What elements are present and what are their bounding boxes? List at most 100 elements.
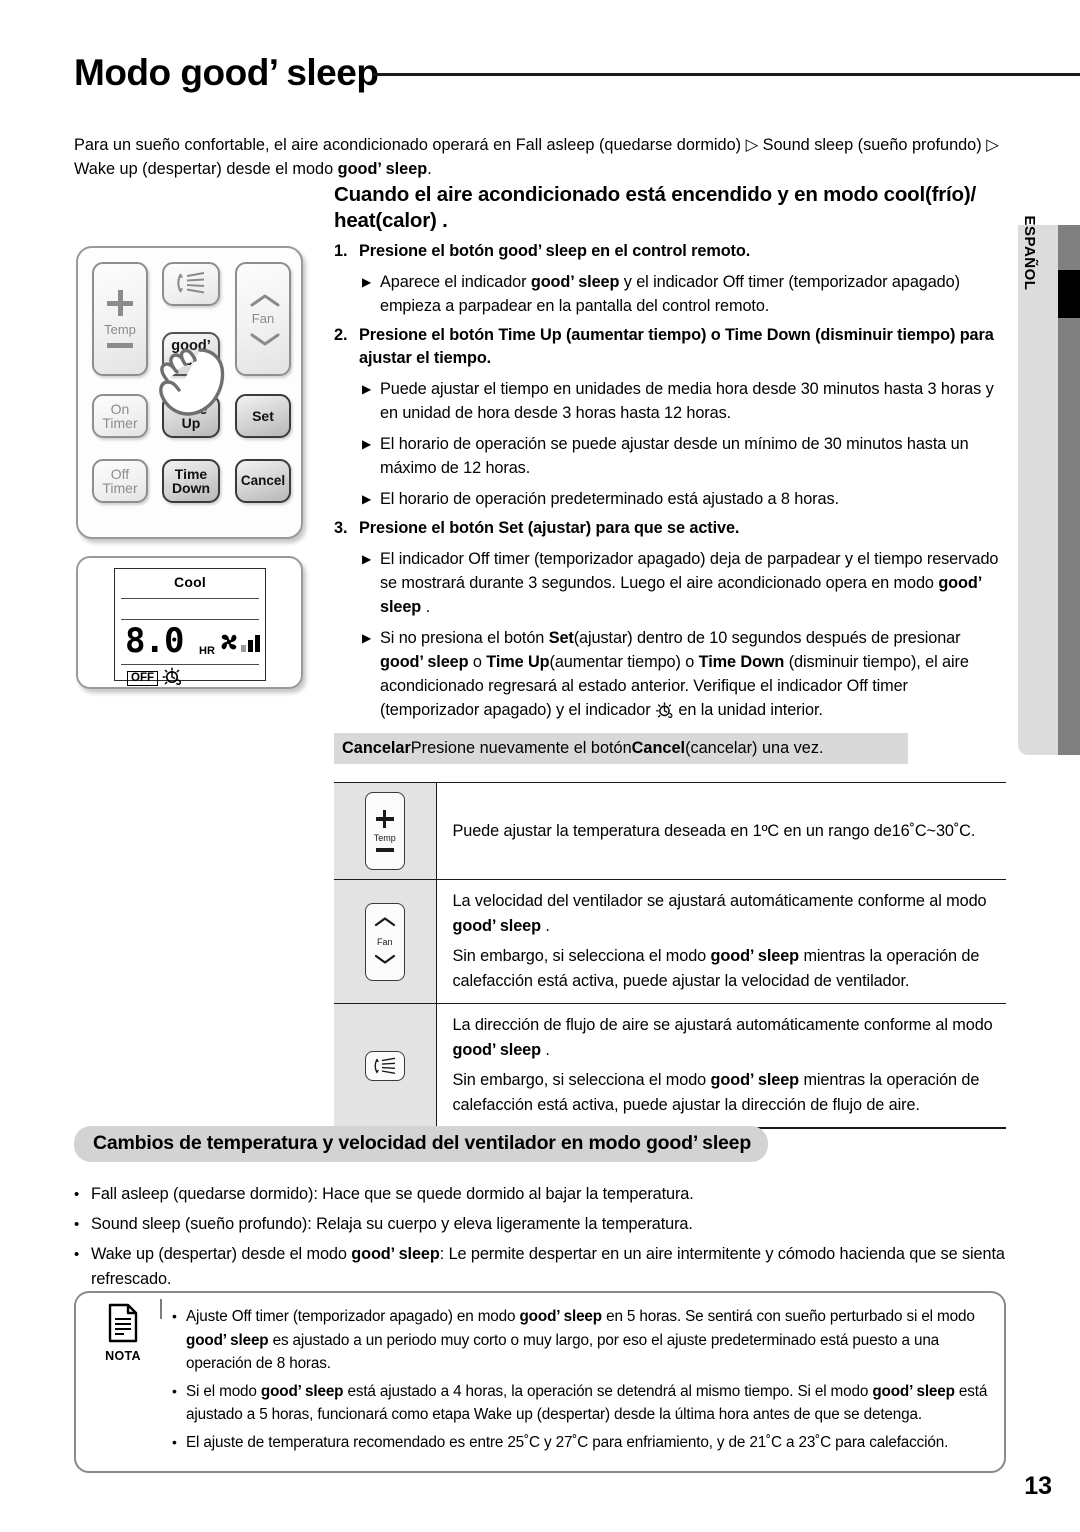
remote-time-down-label-2: Down (171, 480, 211, 496)
lcd-unit-label: HR (199, 645, 215, 657)
fan-button-icon: Fan (364, 902, 405, 981)
list-item: • Wake up (despertar) desde el modo good… (74, 1242, 1006, 1292)
triangle-bullet-icon: ▶ (362, 552, 372, 566)
triangle-bullet-icon: ▶ (362, 382, 372, 396)
remote-cancel-button[interactable]: Cancel (235, 459, 291, 503)
page-title-prefix: Modo (74, 52, 181, 93)
b2-bold-goodsleep: good’ sleep (380, 653, 469, 671)
remote-off-timer-button[interactable]: Off Timer (92, 459, 148, 503)
tp-brand: good’ sleep (452, 1041, 542, 1059)
lcd-off-timer-row: OFF (127, 667, 182, 690)
cancel-bar-bold: Cancel (631, 739, 686, 757)
remote-on-timer-button[interactable]: On Timer (92, 394, 148, 438)
remote-control-illustration: Temp Fan good’ sleep On Timer Time Up Se… (76, 246, 303, 539)
fan-speed-bars-icon (241, 635, 260, 652)
table-row-text-cell: La velocidad del ventilador se ajustará … (436, 880, 1006, 1004)
b2-bold-timeup: Time Up (486, 653, 550, 671)
remote-time-up-button[interactable]: Time Up (162, 394, 220, 438)
cancel-bar-label: Cancelar (342, 739, 411, 757)
list-item: • Fall asleep (quedarse dormido): Hace q… (74, 1182, 1006, 1207)
step-1-text: Presione el botón good’ sleep en el cont… (359, 240, 750, 263)
cancel-bar-text-post: (cancelar) una vez. (685, 739, 824, 757)
dot-bullet-icon: • (74, 1216, 80, 1233)
remote-temp-button[interactable]: Temp (92, 262, 148, 376)
note-b1: good’ sleep (260, 1382, 344, 1400)
bullet-text: El horario de operación predeterminado e… (380, 490, 839, 508)
note-caption: NOTA (105, 1349, 141, 1363)
section-heading: Cuando el aire acondicionado está encend… (334, 182, 1006, 234)
step-2: 2. Presione el botón Time Up (aumentar t… (334, 324, 1006, 370)
table-row-icon-cell (334, 1003, 437, 1128)
note-p1: Si el modo (186, 1382, 261, 1400)
note-p2: en 5 horas. Se sentirá con sueño perturb… (601, 1308, 975, 1325)
remote-set-button[interactable]: Set (235, 394, 291, 438)
pill-heading-brand: good’ sleep (645, 1132, 752, 1154)
good-sleep-indicator-icon (162, 667, 182, 690)
list-item-brand: good’ sleep (351, 1245, 440, 1263)
list-item: • Sound sleep (sueño profundo): Relaja s… (74, 1212, 1006, 1237)
step-2-bullets: ▶ Puede ajustar el tiempo en unidades de… (334, 377, 1006, 511)
chevron-up-icon (250, 293, 280, 307)
chevron-down-icon (374, 952, 396, 970)
table-paragraph: Puede ajustar la temperatura deseada en … (452, 821, 976, 840)
dot-bullet-icon: • (74, 1246, 80, 1263)
table-paragraph: La velocidad del ventilador se ajustará … (453, 889, 997, 939)
remote-fan-button[interactable]: Fan (235, 262, 291, 376)
plus-icon (107, 290, 133, 317)
remote-time-up-label-1: Time (174, 400, 208, 417)
remote-off-timer-label-1: Off (110, 465, 130, 482)
dot-bullet-icon: • (172, 1308, 177, 1324)
bullet-text-pre: Aparece el indicador (380, 273, 531, 291)
bullet-item: ▶ El horario de operación predeterminado… (334, 487, 1006, 511)
table-paragraph: Sin embargo, si selecciona el modo good’… (453, 944, 997, 994)
remote-off-timer-label-2: Timer (102, 480, 138, 496)
table-row: Fan La velocidad del ventilador se ajust… (334, 879, 1006, 1004)
minus-icon (107, 343, 133, 348)
bullet-item: ▶ Aparece el indicador good’ sleep y el … (334, 270, 1006, 318)
chevron-up-icon (374, 914, 396, 932)
button-behaviour-table: Temp Puede ajustar la temperatura desead… (334, 782, 1006, 1129)
note-item-text: Si el modo good’ sleep está ajustado a 4… (186, 1380, 990, 1427)
note-box: NOTA • Ajuste Off timer (temporizador ap… (74, 1291, 1006, 1473)
triangle-bullet-icon: ▶ (362, 631, 372, 645)
dot-bullet-icon: • (74, 1186, 80, 1203)
table-paragraph: La dirección de flujo de aire se ajustar… (453, 1013, 997, 1063)
note-item: • Si el modo good’ sleep está ajustado a… (172, 1380, 990, 1427)
remote-set-label: Set (252, 407, 274, 424)
bullet-item: ▶ El indicador Off timer (temporizador a… (334, 547, 1006, 619)
note-p1: Ajuste Off timer (temporizador apagado) … (186, 1308, 520, 1325)
bullet-item: ▶ Puede ajustar el tiempo en unidades de… (334, 377, 1006, 425)
bullet-text: El indicador Off timer (temporizador apa… (380, 547, 1006, 619)
intro-brand: good’ sleep (337, 160, 428, 178)
bullet-brand: good’ sleep (530, 273, 620, 291)
language-side-tab: ESPAÑOL (1018, 216, 1058, 755)
table-row-icon-cell: Temp (334, 782, 437, 880)
b2-p1: Si no presiona el botón (380, 629, 549, 647)
note-divider (160, 1299, 162, 1319)
step-1-bullets: ▶ Aparece el indicador good’ sleep y el … (334, 270, 1006, 318)
remote-airflow-swing-button[interactable] (162, 262, 220, 306)
tp-pre: La velocidad del ventilador se ajustará … (452, 892, 987, 910)
cancel-instruction-bar: Cancelar Presione nuevamente el botón Ca… (334, 733, 908, 764)
remote-good-sleep-button[interactable]: good’ sleep (162, 332, 220, 376)
remote-temp-label: Temp (104, 322, 136, 338)
bullet-text-pre: El indicador Off timer (temporizador apa… (380, 550, 999, 592)
note-item-text: Ajuste Off timer (temporizador apagado) … (186, 1305, 990, 1376)
table-row-text-cell: Puede ajustar la temperatura deseada en … (436, 783, 1006, 880)
chevron-down-icon (250, 333, 280, 346)
b2-p3: o (468, 653, 487, 671)
lcd-screen: Cool 8.0 HR OFF (114, 568, 266, 686)
note-item-text: El ajuste de temperatura recomendado es … (186, 1433, 949, 1451)
side-bar-marker (1058, 270, 1080, 318)
remote-good-sleep-label-1: good’ (171, 338, 211, 355)
remote-time-down-label-1: Time (174, 465, 208, 482)
lcd-divider-3 (121, 664, 259, 666)
intro-line-2-post: . (427, 160, 432, 178)
step-1-text-pre: Presione el botón (359, 242, 499, 260)
lcd-display-illustration: Cool 8.0 HR OFF (76, 556, 303, 689)
remote-time-down-button[interactable]: Time Down (162, 459, 220, 503)
step-3-text: Presione el botón Set (ajustar) para que… (359, 519, 740, 537)
temp-button-icon: Temp (364, 792, 405, 870)
manual-page: Modo good’ sleep Para un sueño confortab… (0, 0, 1080, 1532)
airflow-swing-icon (174, 270, 208, 298)
